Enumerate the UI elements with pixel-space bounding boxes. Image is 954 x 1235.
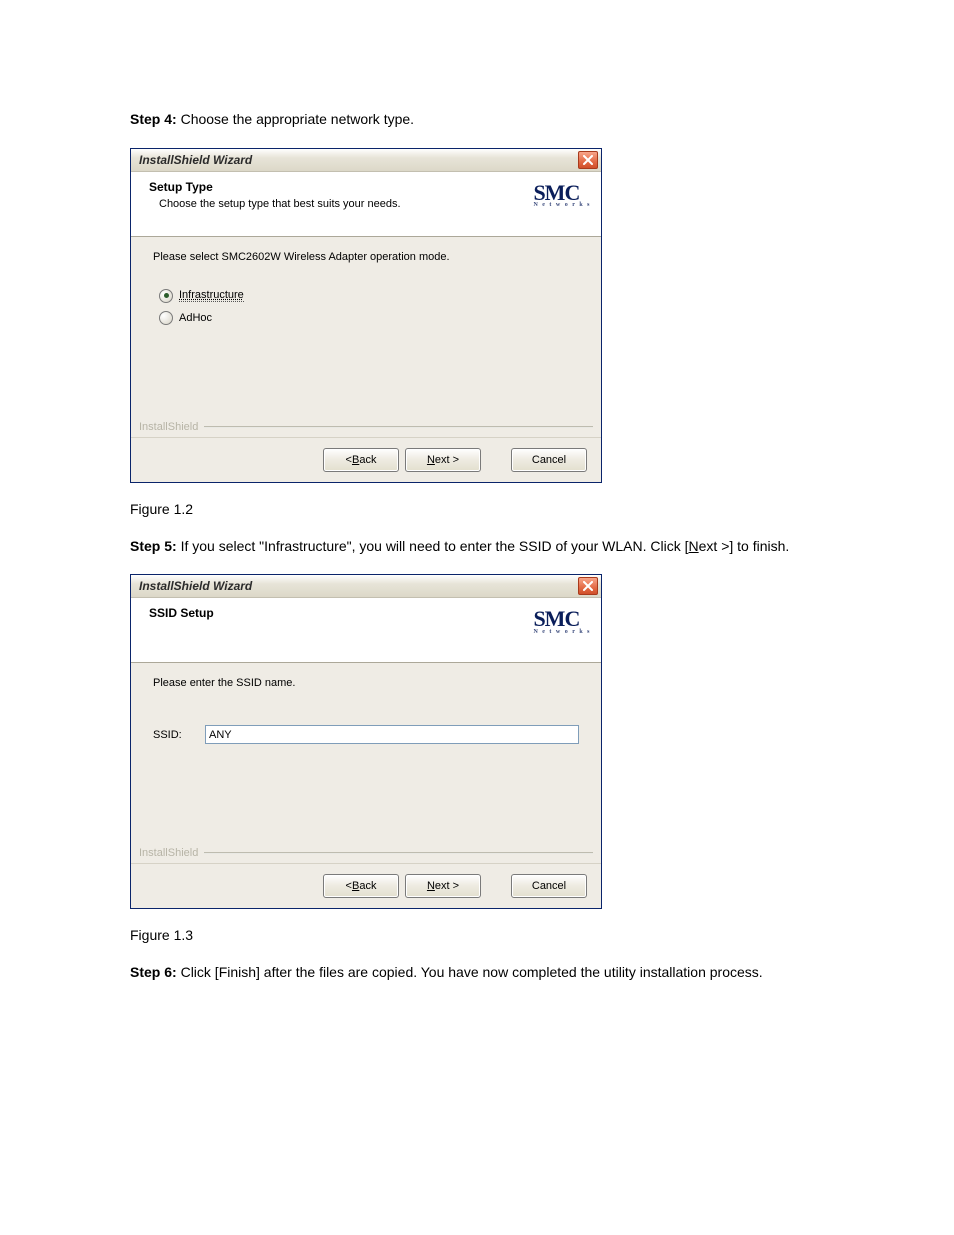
back-rest: ack (359, 454, 376, 466)
radio-adhoc[interactable] (159, 311, 173, 325)
close-icon (583, 581, 593, 591)
cancel-label: Cancel (532, 454, 566, 466)
radio-adhoc-label[interactable]: AdHoc (179, 312, 212, 324)
close-icon (583, 155, 593, 165)
window-title: InstallShield Wizard (139, 153, 578, 167)
watermark-text: InstallShield (139, 421, 198, 433)
logo-main: SMC (533, 606, 579, 631)
step5-next-u: N (689, 538, 699, 554)
header-subtitle: Choose the setup type that best suits yo… (149, 198, 533, 210)
body-panel: Please select SMC2602W Wireless Adapter … (131, 237, 601, 437)
close-button[interactable] (578, 577, 598, 595)
titlebar: InstallShield Wizard (131, 149, 601, 172)
smc-logo: SMC N e t w o r k s (533, 184, 591, 208)
header-title: SSID Setup (149, 606, 533, 620)
step6-text: Step 6: Click [Finish] after the files a… (130, 963, 824, 983)
ssid-input[interactable] (205, 725, 579, 744)
step5-next-rest: ext >] to finish. (699, 538, 790, 554)
watermark-text: InstallShield (139, 847, 198, 859)
step5-body-a: If you select "Infrastructure", you will… (177, 538, 689, 554)
body-panel: Please enter the SSID name. SSID: Instal… (131, 663, 601, 863)
figure-1-2-caption: Figure 1.2 (130, 501, 824, 517)
close-button[interactable] (578, 151, 598, 169)
back-underline: B (352, 880, 359, 892)
ssid-row: SSID: (153, 725, 579, 744)
button-panel: < Back Next > Cancel (131, 437, 601, 482)
back-button[interactable]: < Back (323, 448, 399, 472)
window-title: InstallShield Wizard (139, 579, 578, 593)
prompt-text: Please select SMC2602W Wireless Adapter … (153, 251, 579, 263)
cancel-button[interactable]: Cancel (511, 874, 587, 898)
next-underline: N (427, 880, 435, 892)
prompt-text: Please enter the SSID name. (153, 677, 579, 689)
header-panel: Setup Type Choose the setup type that be… (131, 172, 601, 237)
back-button[interactable]: < Back (323, 874, 399, 898)
next-underline: N (427, 454, 435, 466)
next-button[interactable]: Next > (405, 874, 481, 898)
radio-infrastructure[interactable] (159, 289, 173, 303)
radio-infrastructure-row[interactable]: Infrastructure (159, 289, 579, 303)
next-button[interactable]: Next > (405, 448, 481, 472)
step4-body: Choose the appropriate network type. (177, 111, 414, 127)
radio-adhoc-row[interactable]: AdHoc (159, 311, 579, 325)
logo-sub: N e t w o r k s (533, 203, 591, 208)
next-rest: ext > (435, 880, 459, 892)
step4-text: Step 4: Choose the appropriate network t… (130, 110, 824, 130)
logo-sub: N e t w o r k s (533, 630, 591, 635)
ssid-label: SSID: (153, 729, 205, 741)
logo-main: SMC (533, 180, 579, 205)
radio-infrastructure-label[interactable]: Infrastructure (179, 289, 244, 302)
titlebar: InstallShield Wizard (131, 575, 601, 598)
divider-line (204, 426, 593, 428)
step6-label: Step 6: (130, 964, 177, 980)
next-rest: ext > (435, 454, 459, 466)
divider-line (204, 852, 593, 854)
back-rest: ack (359, 880, 376, 892)
step4-label: Step 4: (130, 111, 177, 127)
figure-1-3-caption: Figure 1.3 (130, 927, 824, 943)
step5-label: Step 5: (130, 538, 177, 554)
installshield-watermark: InstallShield (139, 847, 593, 859)
header-panel: SSID Setup SMC N e t w o r k s (131, 598, 601, 663)
ssid-setup-dialog: InstallShield Wizard SSID Setup SMC N e … (130, 574, 602, 909)
cancel-button[interactable]: Cancel (511, 448, 587, 472)
button-panel: < Back Next > Cancel (131, 863, 601, 908)
step6-body: Click [Finish] after the files are copie… (177, 964, 763, 980)
step5-text: Step 5: If you select "Infrastructure", … (130, 537, 824, 557)
installshield-watermark: InstallShield (139, 421, 593, 433)
cancel-label: Cancel (532, 880, 566, 892)
setup-type-dialog: InstallShield Wizard Setup Type Choose t… (130, 148, 602, 483)
smc-logo: SMC N e t w o r k s (533, 610, 591, 634)
header-title: Setup Type (149, 180, 533, 194)
back-underline: B (352, 454, 359, 466)
